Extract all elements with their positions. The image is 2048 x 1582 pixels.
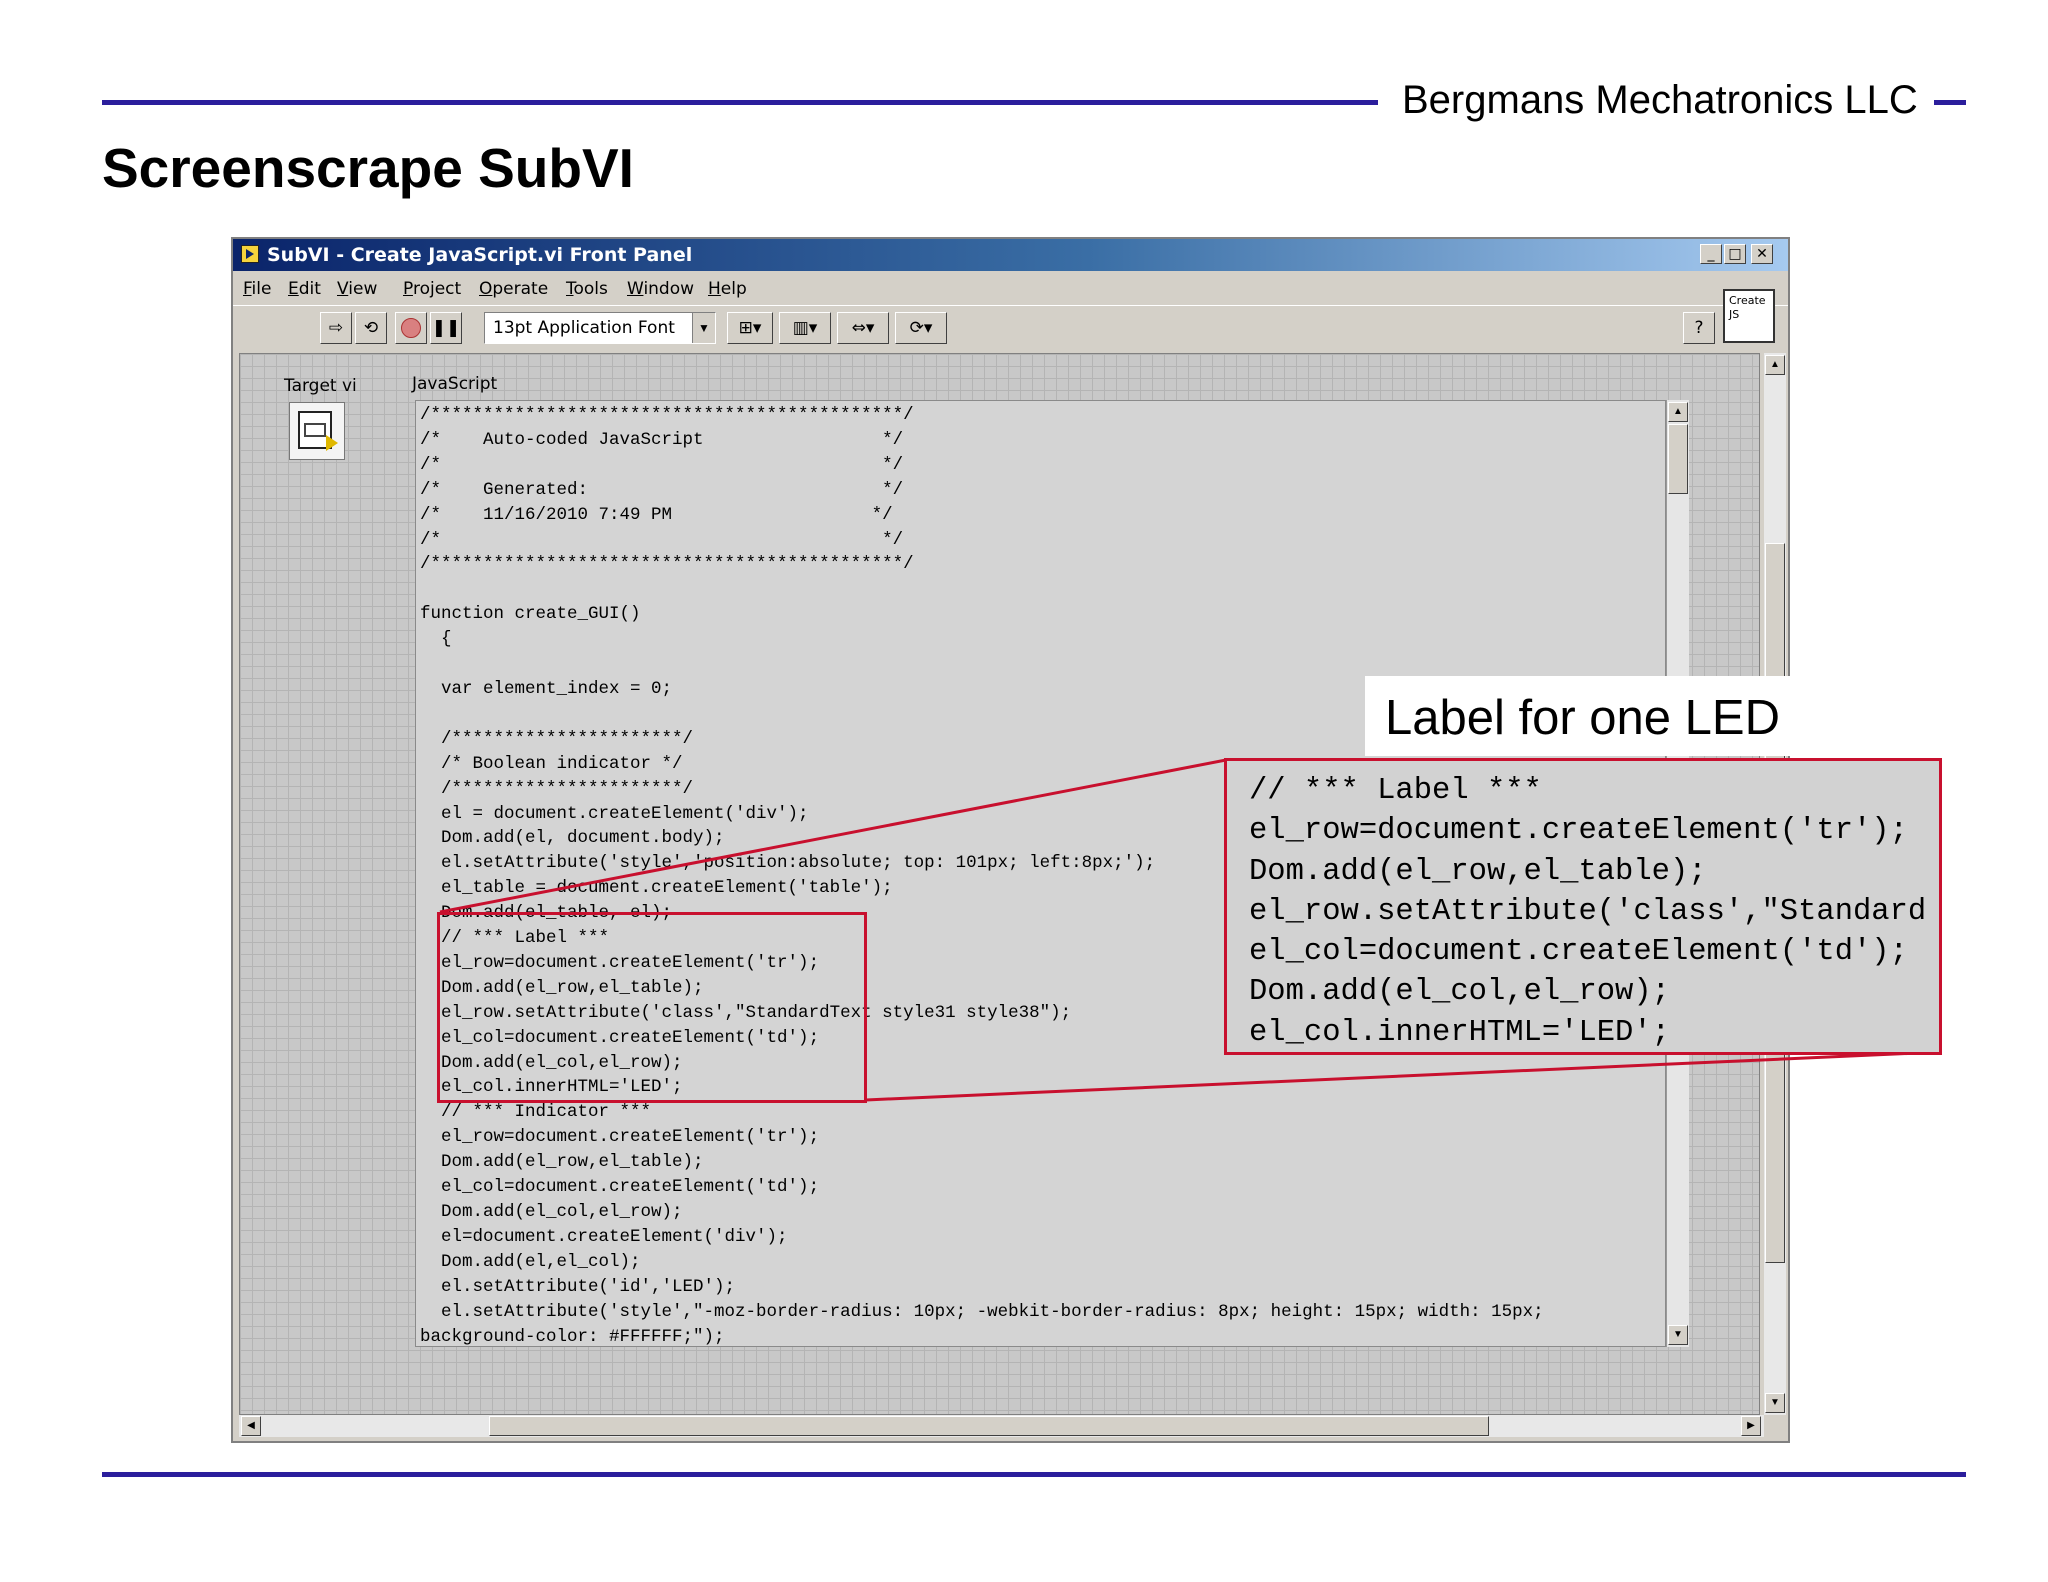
zoomed-code-callout: // *** Label *** el_row=document.createE… <box>1224 758 1942 1055</box>
callout-line-bottom <box>865 1050 1941 1102</box>
callout-line-top <box>439 758 1227 914</box>
zoomed-code-line: el_row=document.createElement('tr'); <box>1249 814 1908 849</box>
callout-title: Label for one LED <box>1385 691 1780 745</box>
zoomed-code-line: Dom.add(el_row,el_table); <box>1249 854 1707 889</box>
zoomed-code-line: el_col.innerHTML='LED'; <box>1249 1015 1670 1050</box>
zoomed-code: // *** Label *** el_row=document.createE… <box>1249 771 1927 1052</box>
zoomed-code-line: // *** Label *** <box>1249 774 1542 808</box>
zoomed-code-line: el_col=document.createElement('td'); <box>1249 935 1908 970</box>
zoomed-code-line: el_row.setAttribute('class',"Standard <box>1249 894 1927 929</box>
zoomed-code-line: Dom.add(el_col,el_row); <box>1249 975 1670 1010</box>
